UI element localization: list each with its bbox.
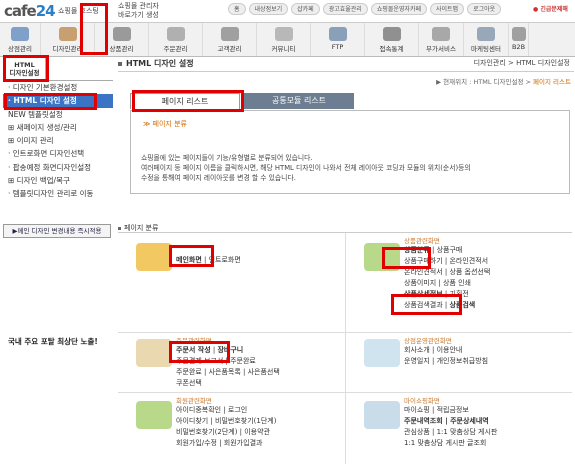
link-quote-options[interactable]: 온라인견적서 | 상품 옵션선택	[404, 268, 490, 276]
menu-access-stats[interactable]: 접속통계	[365, 23, 419, 56]
link-member-join[interactable]: 회원가입/수정 | 회원가입결과	[176, 439, 262, 447]
operation-page-icon	[364, 339, 400, 367]
category-product-pages: 상품관련화면 상품분류 | 상품구매 상품구매하기 | 온라인견적서 온라인견적…	[345, 233, 572, 333]
emergency-button[interactable]: ● 긴급문제해	[533, 4, 568, 13]
cafe24-logo[interactable]: cafe24	[4, 2, 56, 20]
breadcrumb: ▶ 현재위치 : HTML 디자인설정 > 페이지 리스트	[436, 78, 571, 86]
category-order-pages: 주문관련화면 주문서 작성 | 장바구니 주문결제 보고서 | 주문완료 주문완…	[118, 333, 345, 393]
product-icon	[112, 27, 131, 41]
highlight-html-design-item	[4, 93, 97, 110]
category-main-page: 메인화면 | 인트로화면	[118, 233, 345, 333]
ftp-icon	[328, 27, 347, 41]
menu-customer-management[interactable]: 고객관리	[203, 23, 257, 56]
link-coupon-select[interactable]: 쿠폰선택	[176, 379, 202, 387]
page-category-info-box: ≫ 페이지 분류 쇼핑몰에 있는 페이지들이 기능/유형별로 분류되어 있습니다…	[130, 110, 570, 194]
store-icon	[11, 27, 29, 41]
myshopping-page-icon	[364, 401, 400, 429]
section-bullet-icon	[118, 226, 121, 230]
menu-store-management[interactable]: 상점관리	[0, 23, 41, 56]
title-bullet-icon	[118, 61, 122, 66]
sidebar-item-intro-design[interactable]: · 인트로화면 디자인선택	[3, 147, 113, 160]
member-page-icon	[136, 401, 172, 429]
link-wishlist[interactable]: 관심상품 | 1:1 맞춤상담 게시판	[404, 428, 497, 436]
highlight-design-menu	[80, 3, 108, 55]
stats-icon	[382, 27, 401, 41]
link-find-id[interactable]: 아이디찾기 | 비밀번호찾기(1단계)	[176, 417, 276, 425]
tab-common-module-list[interactable]: 공통모듈 리스트	[244, 93, 354, 109]
link-operation-log[interactable]: 운영일지 | 개인정보취급방침	[404, 357, 488, 365]
highlight-page-list-tab	[132, 90, 244, 112]
link-myshopping[interactable]: 마이쇼핑 | 적립금정보	[404, 406, 469, 414]
highlight-sidebar-tab	[3, 55, 49, 82]
admin-shortcut-link[interactable]: 쇼핑몰 관리자 바로가기 생성	[118, 2, 159, 20]
order-icon	[166, 27, 185, 41]
top-link-ad-efficiency[interactable]: 광고효율관리	[322, 3, 368, 15]
highlight-product-category	[382, 247, 431, 269]
highlight-main-screen	[169, 245, 214, 267]
highlight-order-form	[169, 341, 230, 363]
service-icon	[432, 27, 450, 41]
top-link-logout[interactable]: 로그아웃	[467, 3, 502, 15]
link-company-intro[interactable]: 회사소개 | 이용안내	[404, 346, 462, 354]
link-gift-list[interactable]: 주문완료 | 사은품목록 | 사은품선택	[176, 368, 280, 376]
info-title: ≫ 페이지 분류	[143, 120, 187, 128]
menu-order-management[interactable]: 주문관리	[149, 23, 203, 56]
apply-main-design-button[interactable]: ▶메인 디자인 변경내용 즉시적용	[3, 224, 111, 238]
link-find-password[interactable]: 비밀번호찾기(2단계) | 이용약관	[176, 428, 270, 436]
top-link-view-store[interactable]: 내상점보기	[248, 3, 289, 15]
menu-extra-services[interactable]: 부가서비스	[419, 23, 464, 56]
sidebar-item-new-page[interactable]: ⊞ 새페이지 생성/관리	[3, 121, 113, 134]
menu-community[interactable]: 커뮤니티	[257, 23, 311, 56]
category-myshopping-pages: 마이쇼핑화면 마이쇼핑 | 적립금정보 주문내역조회 | 주문상세내역 관심상품…	[345, 393, 572, 464]
sidebar-item-design-backup[interactable]: ⊞ 디자인 백업/복구	[3, 174, 113, 187]
link-online-quote[interactable]: 온라인견적서	[449, 257, 488, 265]
top-link-operator-cafe[interactable]: 쇼핑몰운영자카페	[370, 3, 427, 15]
top-link-sitemap[interactable]: 사이트맵	[430, 3, 465, 15]
title-path: 디자인관리 > HTML 디자인설정	[473, 59, 570, 67]
marketing-icon	[477, 27, 495, 41]
menu-marketing-center[interactable]: 마케팅센터	[464, 23, 509, 56]
category-title: 마이쇼핑화면	[404, 397, 440, 405]
sidebar-item-image-management[interactable]: ⊞ 이미지 관리	[3, 134, 113, 147]
b2b-icon	[511, 27, 526, 41]
community-icon	[274, 27, 293, 41]
category-title: 회원관련화면	[176, 397, 212, 405]
link-product-print[interactable]: 상품이미지 | 상품 인쇄	[404, 279, 471, 287]
top-link-home[interactable]: 홈	[228, 3, 246, 15]
sidebar-item-template-management[interactable]: · 템플릿디자인 관리로 이동	[3, 187, 113, 200]
category-store-operation-pages: 상점운영관련화면 회사소개 | 이용안내 운영일지 | 개인정보취급방침	[345, 333, 572, 393]
link-consult-view[interactable]: 1:1 맞춤상담 게시판 글조회	[404, 439, 486, 447]
category-title: 상점운영관련화면	[404, 337, 452, 345]
page-title: HTML 디자인 설정 디자인관리 > HTML 디자인설정	[118, 58, 574, 72]
link-order-history[interactable]: 주문내역조회 | 주문상세내역	[404, 417, 489, 425]
info-description: 쇼핑몰에 있는 페이지들이 기능/유형별로 분류되어 있습니다. 여러페이지 등…	[141, 154, 471, 182]
main-page-icon	[136, 243, 172, 271]
category-member-pages: 회원관련화면 아이디중복확인 | 로그인 아이디찾기 | 비밀번호찾기(1단계)…	[118, 393, 345, 464]
link-id-check[interactable]: 아이디중복확인 | 로그인	[176, 406, 247, 414]
customer-icon	[220, 27, 239, 41]
top-links: 홈 내상점보기 샵카페 광고효율관리 쇼핑몰운영자카페 사이트맵 로그아웃	[228, 3, 504, 15]
top-link-shopcafe[interactable]: 샵카페	[291, 3, 320, 15]
highlight-product-detail	[391, 294, 462, 315]
menu-b2b[interactable]: B2B	[509, 23, 529, 56]
order-page-icon	[136, 339, 172, 367]
link-product-purchase[interactable]: 상품구매	[437, 246, 463, 254]
category-title: 상품관련화면	[404, 237, 440, 245]
design-icon	[58, 27, 77, 41]
sidebar-ad-notice[interactable]: 국내 주요 포탈 최상단 노출!	[8, 336, 98, 347]
sidebar-item-scheduled-design[interactable]: · 팝송예정 화면디자인설정	[3, 161, 113, 174]
menu-ftp[interactable]: FTP	[311, 23, 365, 56]
